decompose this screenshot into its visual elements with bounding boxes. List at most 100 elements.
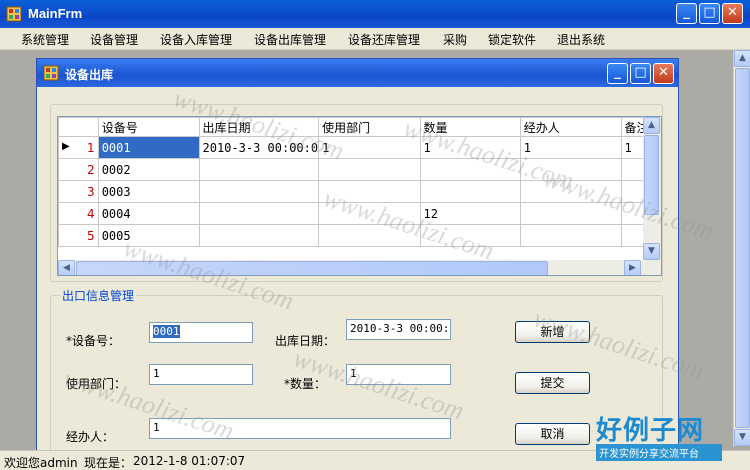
arrow-right-icon: ▶ <box>629 263 636 273</box>
row-header[interactable]: 3 <box>58 180 99 203</box>
arrow-up-icon: ▲ <box>739 53 746 63</box>
menu-device[interactable]: 设备管理 <box>90 31 138 48</box>
row-header[interactable]: 5 <box>58 224 99 247</box>
cell-date[interactable] <box>198 180 320 203</box>
table-row[interactable]: 4 0004 12 <box>58 202 661 225</box>
brand-slogan: 开发实例分享交流平台 <box>596 444 722 461</box>
app-icon <box>6 6 22 22</box>
menu-return[interactable]: 设备还库管理 <box>348 31 420 48</box>
cell-date[interactable] <box>198 224 320 247</box>
maximize-icon: □ <box>634 65 647 80</box>
close-button[interactable]: ✕ <box>722 3 743 24</box>
mdi-scroll-thumb[interactable] <box>735 68 750 428</box>
table-row[interactable]: 5 0005 <box>58 224 661 247</box>
cell-dept[interactable] <box>318 202 421 225</box>
welcome-text: 欢迎您admin <box>4 456 78 470</box>
scroll-down-button[interactable]: ▼ <box>734 429 750 446</box>
qty-label: *数量： <box>284 377 327 391</box>
cell-handler[interactable] <box>519 224 622 247</box>
col-header-qty[interactable]: 数量 <box>419 117 521 137</box>
menu-purchase[interactable]: 采购 <box>443 31 467 48</box>
scroll-up-button[interactable]: ▲ <box>734 50 750 67</box>
grid-corner <box>58 117 99 137</box>
cell-device-id[interactable]: 0001 <box>97 136 200 159</box>
arrow-down-icon: ▼ <box>739 432 746 442</box>
cell-date[interactable] <box>198 158 320 181</box>
qty-input[interactable]: 1 <box>346 364 451 385</box>
cell-handler[interactable] <box>519 180 622 203</box>
mdi-vertical-scrollbar[interactable]: ▲ ▼ <box>733 50 750 446</box>
grid-table: 设备号 出库日期 使用部门 数量 经办人 备注 ▶ 1 0001 2010-3-3… <box>58 117 661 247</box>
col-header-dept[interactable]: 使用部门 <box>318 117 421 137</box>
cell-handler[interactable] <box>519 158 622 181</box>
child-close-button[interactable]: ✕ <box>653 63 674 84</box>
cell-dept[interactable] <box>318 158 421 181</box>
cancel-button[interactable]: 取消 <box>515 423 590 445</box>
cell-qty[interactable]: 12 <box>419 202 521 225</box>
scroll-right-button[interactable]: ▶ <box>624 260 641 275</box>
menu-system[interactable]: 系统管理 <box>21 31 69 48</box>
row-header[interactable]: 4 <box>58 202 99 225</box>
cell-device-id[interactable]: 0005 <box>97 224 200 247</box>
col-header-handler[interactable]: 经办人 <box>519 117 622 137</box>
arrow-up-icon: ▲ <box>648 120 655 130</box>
child-maximize-button[interactable]: □ <box>630 63 651 84</box>
cell-dept[interactable] <box>318 224 421 247</box>
col-header-date[interactable]: 出库日期 <box>198 117 320 137</box>
cell-dept[interactable] <box>318 180 421 203</box>
form-group-title: 出口信息管理 <box>60 287 137 304</box>
minimize-icon: _ <box>614 65 621 80</box>
brand-logo: 好例子网 开发实例分享交流平台 <box>596 410 722 461</box>
row-header[interactable]: 2 <box>58 158 99 181</box>
close-icon: ✕ <box>658 65 669 80</box>
submit-button[interactable]: 提交 <box>515 372 590 394</box>
cell-qty[interactable] <box>419 224 521 247</box>
arrow-left-icon: ◀ <box>63 263 70 273</box>
cell-device-id[interactable]: 0002 <box>97 158 200 181</box>
cell-qty[interactable] <box>419 158 521 181</box>
main-window-title: MainFrm <box>28 6 83 21</box>
date-input[interactable]: 2010-3-3 00:00:0 <box>346 319 451 340</box>
maximize-button[interactable]: □ <box>699 3 720 24</box>
cell-device-id[interactable]: 0004 <box>97 202 200 225</box>
cell-date[interactable]: 2010-3-3 00:00:0 <box>198 136 320 159</box>
grid-vscroll-thumb[interactable] <box>644 135 659 215</box>
close-icon: ✕ <box>727 5 738 20</box>
minimize-button[interactable]: _ <box>676 3 697 24</box>
grid-hscroll-thumb[interactable] <box>76 261 548 275</box>
child-minimize-button[interactable]: _ <box>607 63 628 84</box>
cell-handler[interactable]: 1 <box>519 136 622 159</box>
child-window-title: 设备出库 <box>65 68 114 82</box>
current-time: 2012-1-8 01:07:07 <box>133 454 246 468</box>
cell-date[interactable] <box>198 202 320 225</box>
menu-stock-out[interactable]: 设备出库管理 <box>254 31 326 48</box>
device-id-input[interactable]: 0001 <box>149 322 253 343</box>
menu-lock[interactable]: 锁定软件 <box>488 31 536 48</box>
menu-exit[interactable]: 退出系统 <box>557 31 605 48</box>
now-label: 现在是： <box>84 456 133 470</box>
handler-input[interactable]: 1 <box>149 418 451 439</box>
cell-dept[interactable]: 1 <box>318 136 421 159</box>
menu-stock-in[interactable]: 设备入库管理 <box>160 31 232 48</box>
device-id-label: *设备号： <box>66 334 121 348</box>
cell-qty[interactable] <box>419 180 521 203</box>
scroll-up-button[interactable]: ▲ <box>643 117 660 134</box>
grid-vertical-scrollbar[interactable]: ▲ ▼ <box>643 117 661 275</box>
dept-input[interactable]: 1 <box>149 364 253 385</box>
row-header[interactable]: ▶ 1 <box>58 136 99 159</box>
table-row[interactable]: 3 0003 <box>58 180 661 203</box>
cell-qty[interactable]: 1 <box>419 136 521 159</box>
col-header-device-id[interactable]: 设备号 <box>97 117 200 137</box>
main-title-bar: MainFrm _ □ ✕ <box>0 0 750 28</box>
stock-out-grid[interactable]: 设备号 出库日期 使用部门 数量 经办人 备注 ▶ 1 0001 2010-3-3… <box>57 116 662 276</box>
scroll-left-button[interactable]: ◀ <box>58 260 75 275</box>
cell-device-id[interactable]: 0003 <box>97 180 200 203</box>
cell-handler[interactable] <box>519 202 622 225</box>
table-row[interactable]: ▶ 1 0001 2010-3-3 00:00:0 1 1 1 1 <box>58 136 661 159</box>
grid-horizontal-scrollbar[interactable]: ◀ ▶ <box>58 260 643 275</box>
add-button[interactable]: 新增 <box>515 321 590 343</box>
table-row[interactable]: 2 0002 <box>58 158 661 181</box>
scroll-down-button[interactable]: ▼ <box>643 243 660 260</box>
maximize-icon: □ <box>703 5 716 20</box>
form-icon <box>43 65 59 81</box>
